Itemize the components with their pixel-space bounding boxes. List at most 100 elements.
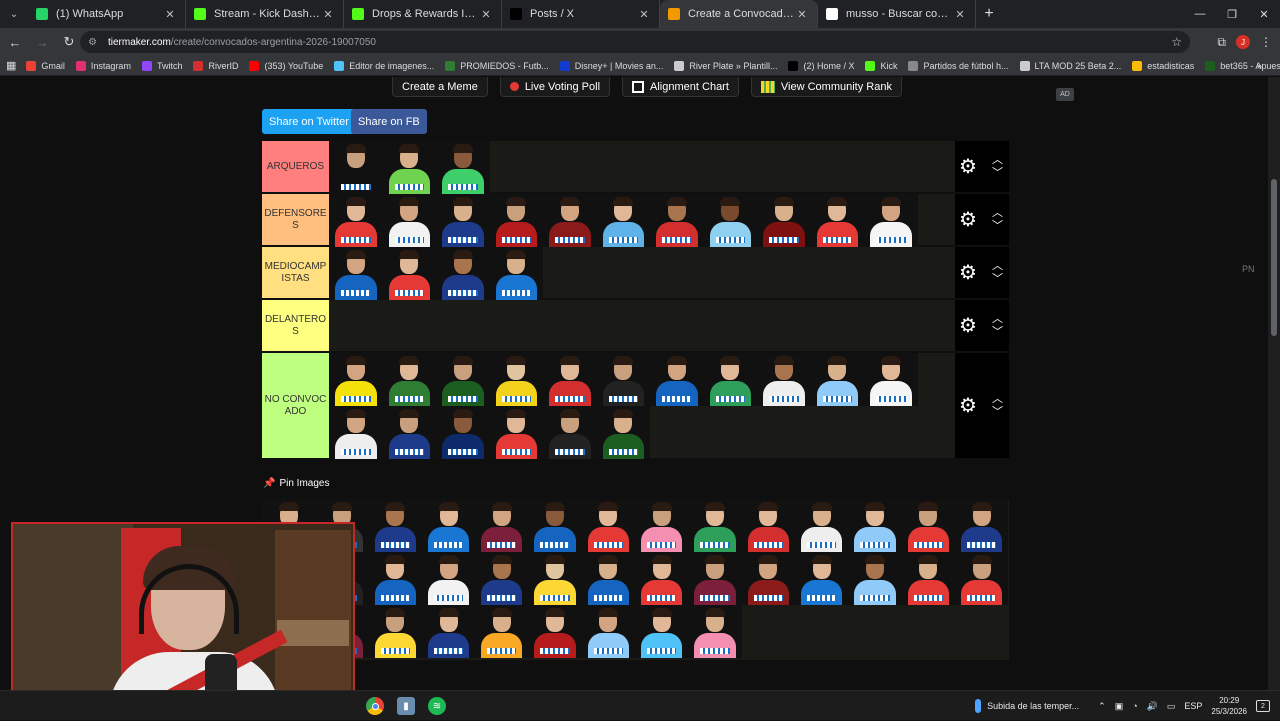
bookmark-item[interactable]: Disney+ | Movies an... — [559, 60, 663, 71]
tier-label[interactable]: MEDIOCAMPISTAS — [262, 247, 329, 298]
player-image[interactable] — [757, 353, 811, 406]
browser-tab[interactable]: musso - Buscar con Google✕ — [818, 0, 976, 28]
move-up-chevron-icon[interactable]: ︿ — [992, 393, 1003, 405]
player-image[interactable] — [382, 406, 436, 459]
live-voting-poll-button[interactable]: Live Voting Poll — [499, 77, 611, 97]
player-image[interactable] — [864, 353, 918, 406]
bookmark-star-icon[interactable]: ☆ — [1171, 35, 1182, 49]
move-up-chevron-icon[interactable]: ︿ — [992, 260, 1003, 272]
bookmarks-overflow-icon[interactable]: » — [1257, 61, 1262, 71]
player-image[interactable] — [329, 406, 383, 459]
clock[interactable]: 20:29 25/3/2026 — [1211, 695, 1247, 717]
kebab-menu-icon[interactable]: ⋮ — [1260, 35, 1272, 49]
player-image[interactable] — [794, 499, 849, 552]
player-image[interactable] — [703, 194, 757, 247]
tier-settings-gear-icon[interactable]: ⚙ — [959, 263, 977, 283]
share-twitter-button[interactable]: Share on Twitter — [262, 109, 356, 134]
browser-tab[interactable]: Drops & Rewards Inventory - Ki✕ — [344, 0, 502, 28]
player-image[interactable] — [382, 141, 436, 194]
player-image[interactable] — [596, 406, 650, 459]
player-image[interactable] — [421, 605, 476, 658]
scrollbar-thumb[interactable] — [1271, 179, 1277, 336]
bookmark-item[interactable]: River Plate » Plantill... — [674, 60, 777, 71]
player-image[interactable] — [543, 194, 597, 247]
battery-icon[interactable]: ▭ — [1167, 701, 1176, 712]
bookmark-item[interactable]: Editor de imagenes... — [334, 60, 434, 71]
player-image[interactable] — [329, 353, 383, 406]
move-down-chevron-icon[interactable]: ﹀ — [992, 326, 1003, 338]
tier-settings-gear-icon[interactable]: ⚙ — [959, 157, 977, 177]
alignment-chart-button[interactable]: Alignment Chart — [622, 77, 739, 97]
player-image[interactable] — [901, 552, 955, 605]
player-image[interactable] — [528, 605, 582, 658]
bookmark-item[interactable]: estadisticas — [1132, 60, 1194, 71]
player-image[interactable] — [489, 194, 543, 247]
player-image[interactable] — [741, 552, 795, 605]
bookmark-item[interactable]: (2) Home / X — [788, 60, 854, 71]
player-image[interactable] — [650, 194, 704, 247]
move-down-chevron-icon[interactable]: ﹀ — [992, 406, 1003, 418]
browser-tab[interactable]: Stream - Kick Dashboard✕ — [186, 0, 344, 28]
tab-search-chevron-icon[interactable]: ⌄ — [0, 0, 28, 28]
browser-tab[interactable]: Posts / X ✕ — [502, 0, 660, 28]
tier-label[interactable]: DELANTEROS — [262, 300, 329, 351]
player-image[interactable] — [329, 247, 383, 300]
tier-settings-gear-icon[interactable]: ⚙ — [959, 210, 977, 230]
player-image[interactable] — [421, 499, 476, 552]
community-rank-button[interactable]: View Community Rank — [750, 77, 902, 97]
player-image[interactable] — [954, 499, 1009, 552]
bookmark-item[interactable]: bet365 - Apuestas d... — [1205, 60, 1280, 71]
bookmark-item[interactable]: Partidos de fútbol h... — [908, 60, 1009, 71]
player-image[interactable] — [703, 353, 757, 406]
player-image[interactable] — [581, 605, 636, 658]
bookmark-item[interactable]: LTA MOD 25 Beta 2... — [1019, 60, 1121, 71]
page-scrollbar[interactable] — [1268, 77, 1280, 690]
apps-grid-icon[interactable]: ▦ — [6, 59, 16, 72]
player-image[interactable] — [635, 499, 689, 552]
player-image[interactable] — [489, 247, 543, 300]
player-image[interactable] — [475, 499, 529, 552]
player-image[interactable] — [635, 552, 689, 605]
player-image[interactable] — [329, 194, 383, 247]
move-down-chevron-icon[interactable]: ﹀ — [992, 220, 1003, 232]
player-image[interactable] — [436, 406, 490, 459]
extensions-icon[interactable]: ⧉ — [1217, 35, 1226, 50]
tier-drop-zone[interactable] — [329, 353, 955, 459]
bookmark-item[interactable]: (353) YouTube — [249, 60, 323, 71]
tier-label[interactable]: DEFENSORES — [262, 194, 329, 245]
player-image[interactable] — [489, 406, 543, 459]
site-info-icon[interactable]: ⚙ — [88, 37, 102, 48]
player-image[interactable] — [635, 605, 689, 658]
move-down-chevron-icon[interactable]: ﹀ — [992, 167, 1003, 179]
player-image[interactable] — [528, 552, 582, 605]
player-image[interactable] — [475, 605, 529, 658]
share-fb-button[interactable]: Share on FB — [351, 109, 427, 134]
player-image[interactable] — [528, 499, 582, 552]
bookmark-item[interactable]: Instagram — [75, 60, 131, 71]
minimize-icon[interactable]: — — [1184, 0, 1216, 28]
player-image[interactable] — [543, 353, 597, 406]
tier-settings-gear-icon[interactable]: ⚙ — [959, 396, 977, 416]
player-image[interactable] — [848, 499, 902, 552]
player-image[interactable] — [954, 552, 1009, 605]
bookmark-item[interactable]: Kick — [865, 60, 897, 71]
forward-icon[interactable]: → — [30, 30, 54, 54]
move-down-chevron-icon[interactable]: ﹀ — [992, 273, 1003, 285]
browser-tab[interactable]: (1) WhatsApp ✕ — [28, 0, 186, 28]
move-up-chevron-icon[interactable]: ︿ — [992, 313, 1003, 325]
tab-close-icon[interactable]: ✕ — [637, 8, 651, 21]
player-image[interactable] — [436, 353, 490, 406]
tier-settings-gear-icon[interactable]: ⚙ — [959, 316, 977, 336]
tier-drop-zone[interactable] — [329, 247, 955, 300]
bookmark-item[interactable]: RiverID — [193, 60, 238, 71]
player-image[interactable] — [864, 194, 918, 247]
move-up-chevron-icon[interactable]: ︿ — [992, 207, 1003, 219]
player-image[interactable] — [848, 552, 902, 605]
player-image[interactable] — [489, 353, 543, 406]
player-image[interactable] — [382, 247, 436, 300]
player-image[interactable] — [757, 194, 811, 247]
player-image[interactable] — [368, 499, 422, 552]
weather-widget[interactable]: Subida de las temper... — [975, 699, 1079, 713]
new-tab-button[interactable]: + — [976, 5, 1002, 23]
file-app-icon[interactable]: ▮ — [397, 697, 415, 715]
